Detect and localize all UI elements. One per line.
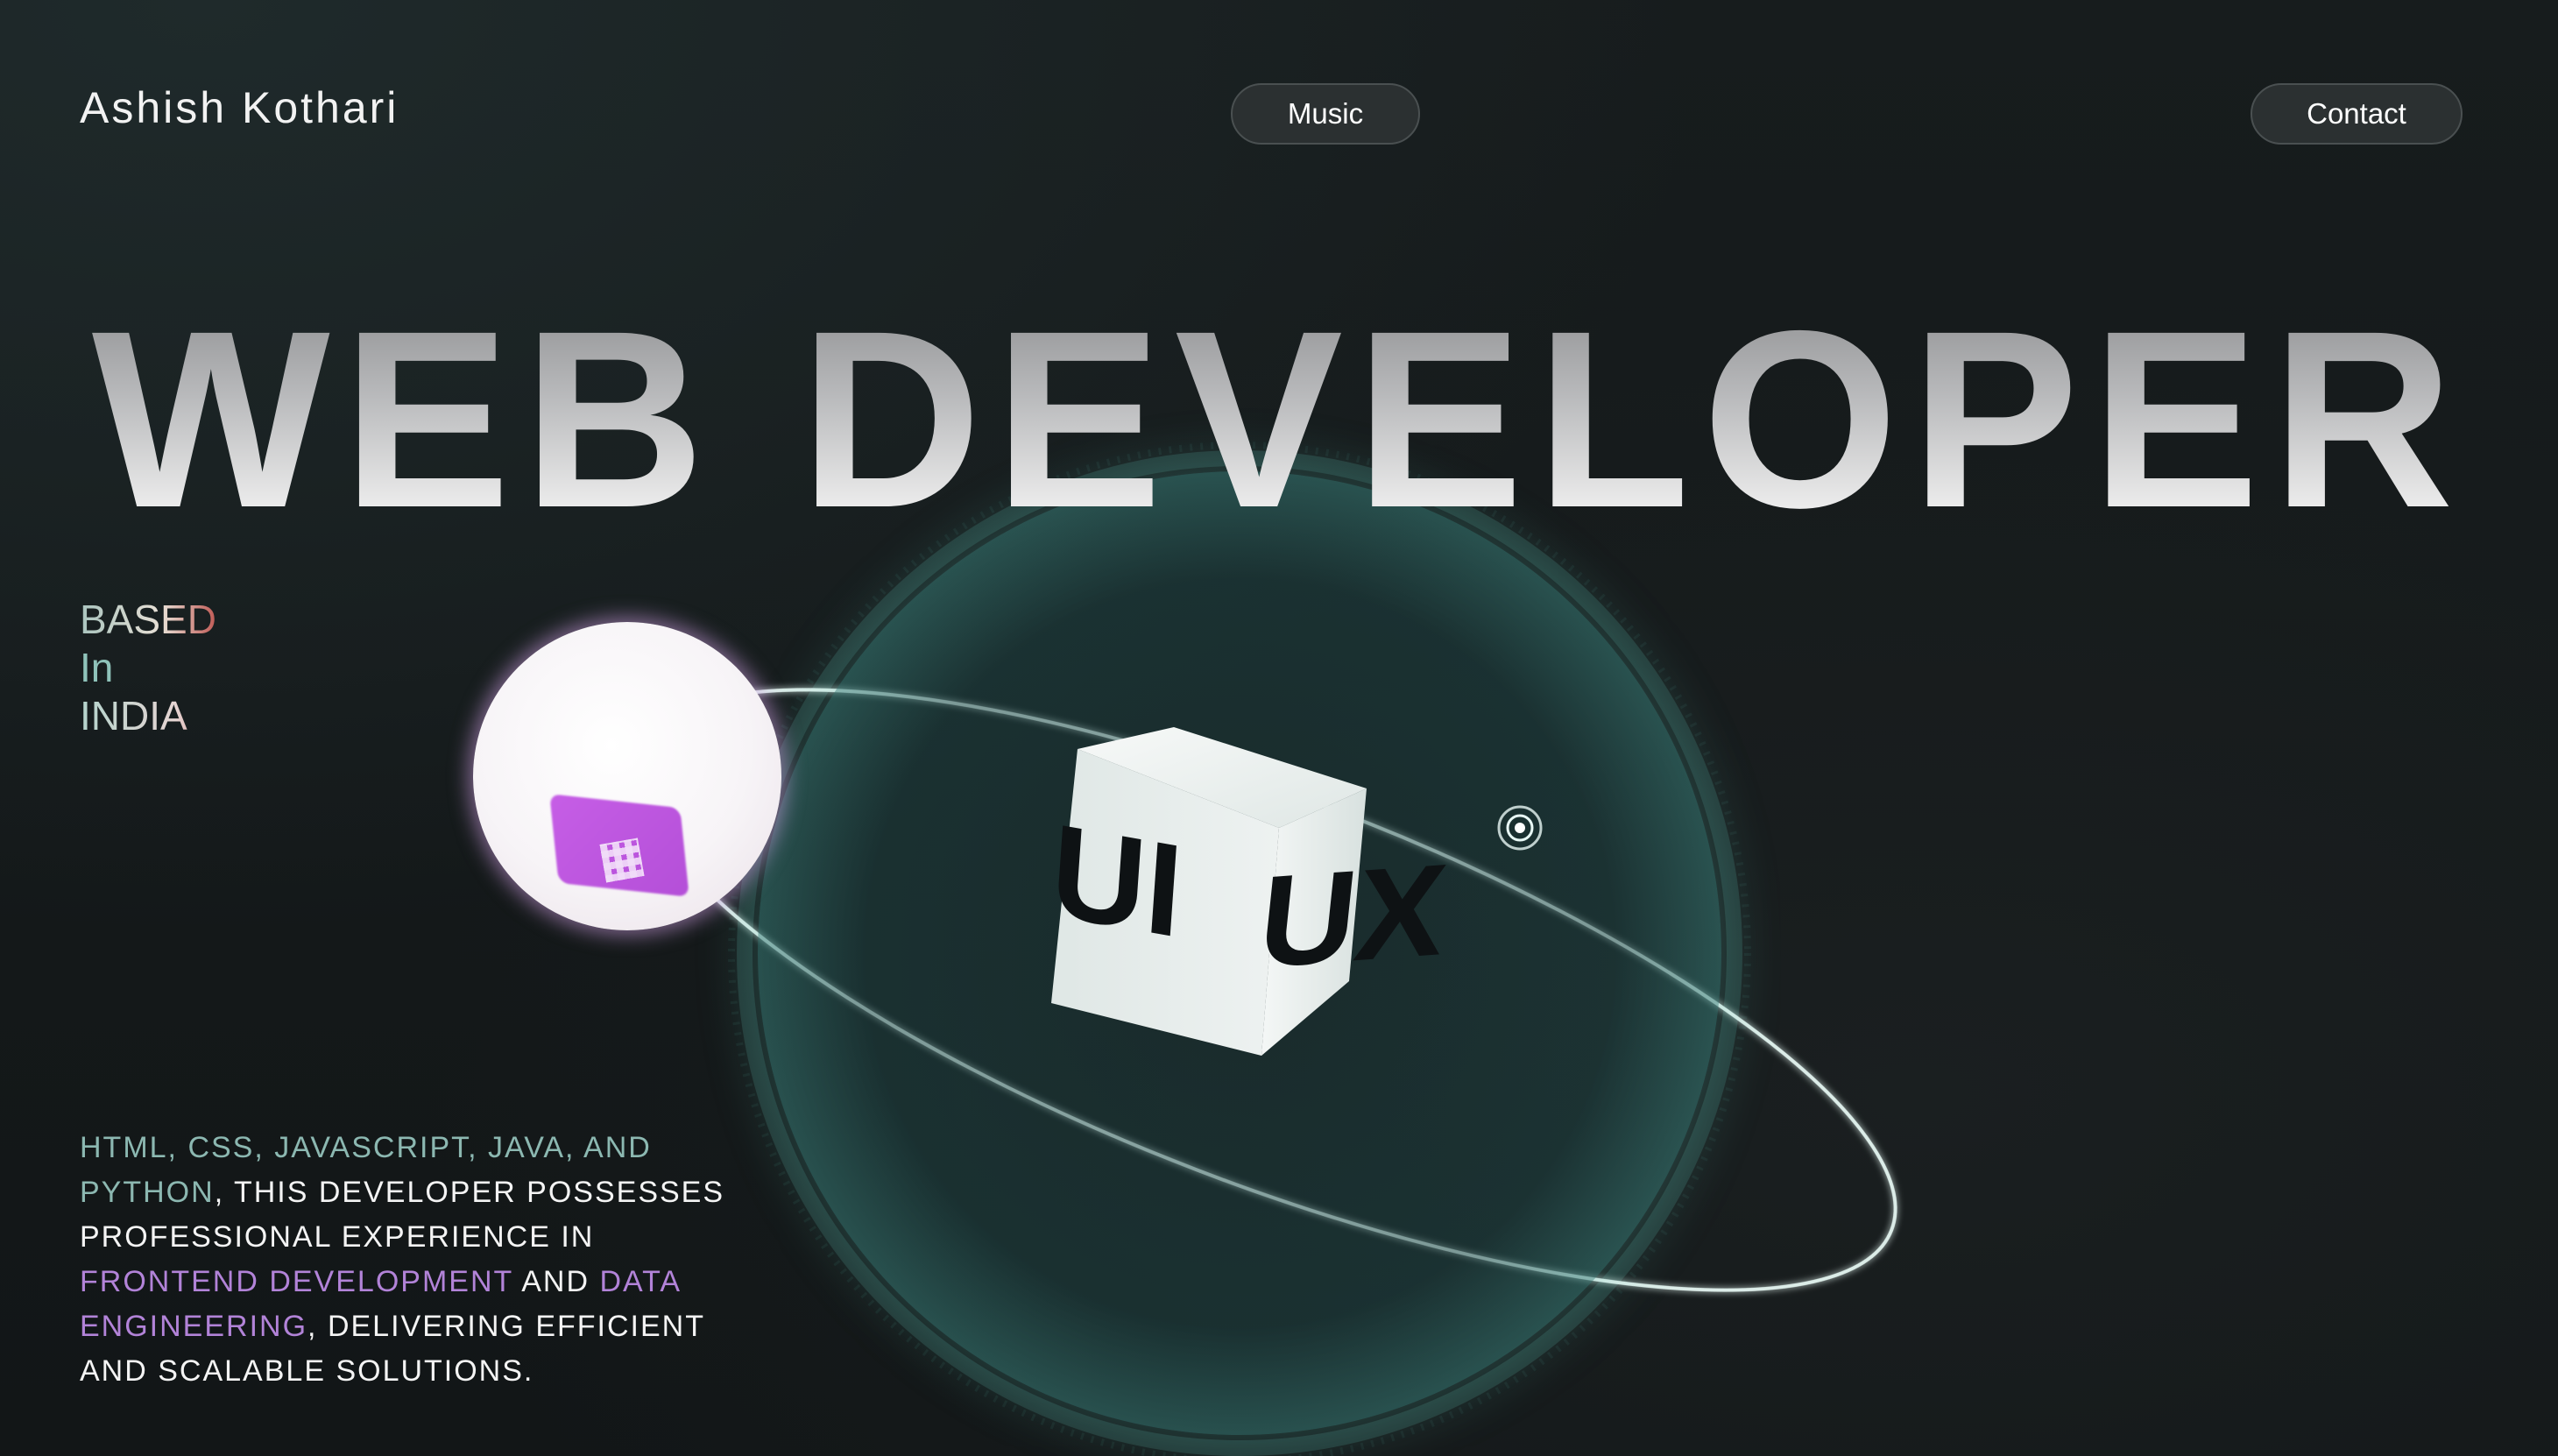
cube-label-ui: UI [1046, 795, 1188, 965]
music-button[interactable]: Music [1231, 83, 1420, 145]
india-moon-sphere [473, 622, 781, 930]
location-text: BASED In INDIA [80, 596, 216, 740]
location-line-3: INDIA [80, 692, 216, 740]
brand-name[interactable]: Ashish Kothari [80, 86, 399, 130]
skills-text-2: AND [512, 1265, 600, 1298]
location-line-1: BASED [80, 597, 216, 642]
skill-frontend: FRONTEND DEVELOPMENT [80, 1265, 513, 1298]
location-line-2: In [80, 645, 114, 690]
satellite-icon [1497, 805, 1543, 851]
contact-button[interactable]: Contact [2251, 83, 2463, 145]
ui-ux-cube: UI UX [1034, 727, 1472, 1078]
skills-description: HTML, CSS, JAVASCRIPT, JAVA, AND PYTHON,… [80, 1126, 745, 1394]
cube-label-ux: UX [1252, 836, 1453, 995]
flag-emblem-icon [599, 838, 645, 883]
hero-headline: WEB DEVELOPER [0, 293, 2558, 546]
